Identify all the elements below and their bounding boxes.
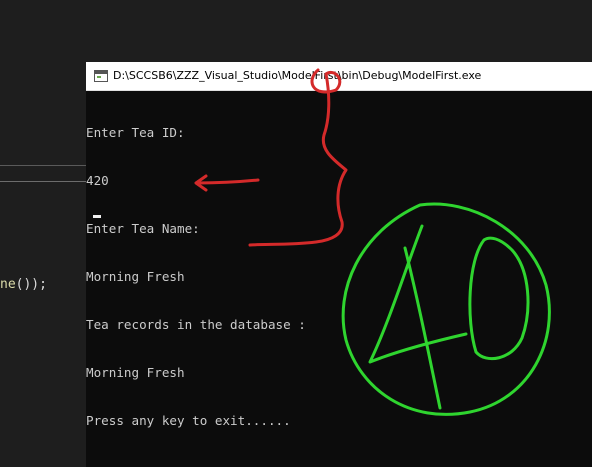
editor-code-line: ne()); [0,277,47,293]
code-method-fragment: ne [0,277,16,292]
console-app-icon [94,70,108,82]
console-line-input-name: Morning Fresh [86,269,185,284]
console-line-prompt-id: Enter Tea ID: [86,125,185,140]
console-line-record: Morning Fresh [86,365,185,380]
console-output[interactable]: Enter Tea ID: 420 Enter Tea Name: Mornin… [86,93,592,461]
console-title: D:\SCCSB6\ZZZ_Visual_Studio\ModelFirst\b… [113,69,482,82]
console-line-exit-prompt: Press any key to exit...... [86,413,291,428]
console-window[interactable]: D:\SCCSB6\ZZZ_Visual_Studio\ModelFirst\b… [86,62,592,467]
editor-guide-line [0,181,86,182]
console-cursor [93,215,101,218]
console-line-prompt-name: Enter Tea Name: [86,221,200,236]
console-line-input-id: 420 [86,173,109,188]
console-line-records-header: Tea records in the database : [86,317,306,332]
code-tail-fragment: ()); [15,277,47,292]
editor-guide-line [0,165,86,166]
screen: ne()); D:\SCCSB6\ZZZ_Visual_Studio\Model… [0,0,592,467]
console-titlebar[interactable]: D:\SCCSB6\ZZZ_Visual_Studio\ModelFirst\b… [86,62,592,91]
code-editor-background: ne()); [0,0,86,467]
